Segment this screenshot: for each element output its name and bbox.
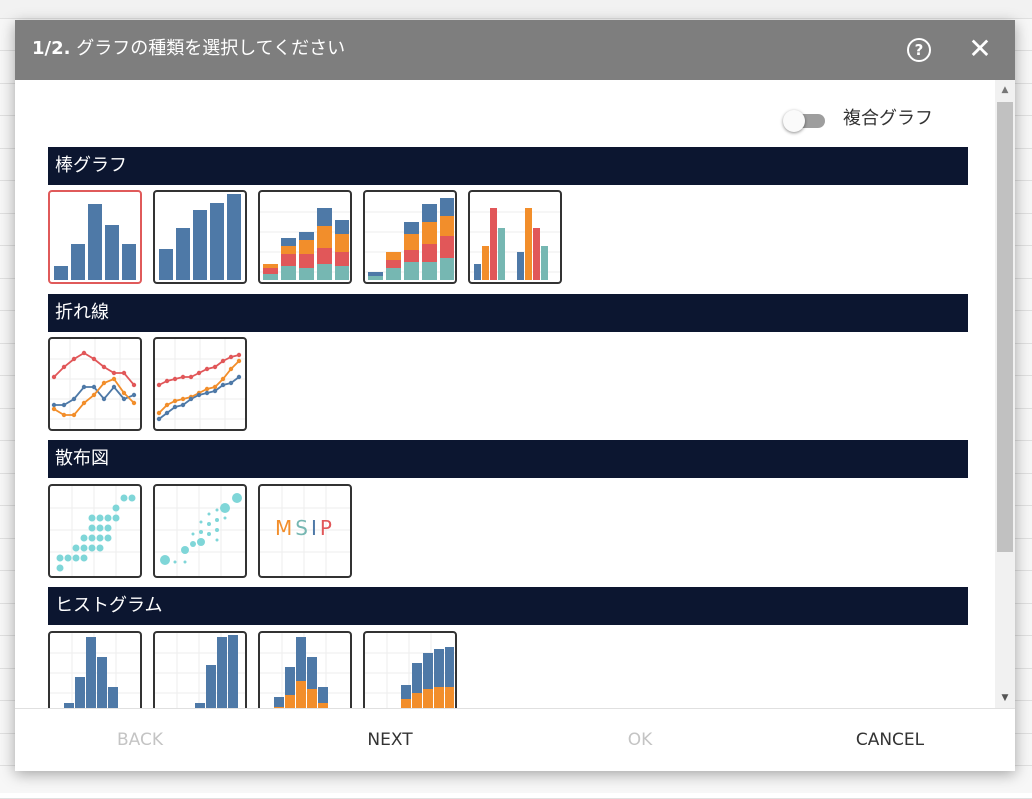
back-button[interactable]: BACK (65, 709, 215, 771)
bubble-chart-thumb[interactable] (153, 484, 247, 578)
dialog-step: 1/2. (32, 38, 71, 59)
combo-chart-label: 複合グラフ (843, 108, 933, 129)
bar-sorted-icon (159, 194, 241, 280)
bar-chart-sorted-thumb[interactable] (153, 190, 247, 284)
msip-label: MSIP (260, 516, 350, 540)
chart-type-list: 複合グラフ 棒グラフ 折れ線 散布図 MSIP ヒストグラム (15, 80, 995, 708)
scatter-chart-thumb[interactable] (48, 484, 142, 578)
dialog-title-text: グラフの種類を選択してください (76, 38, 346, 59)
scatter-icon (50, 486, 140, 576)
cancel-button[interactable]: CANCEL (815, 709, 965, 771)
scroll-thumb[interactable] (997, 102, 1013, 552)
scatter-msip-thumb[interactable]: MSIP (258, 484, 352, 578)
histogram-cumulative-thumb[interactable] (153, 631, 247, 708)
msip-m: M (275, 516, 296, 540)
line-chart-cumulative-thumb[interactable] (153, 337, 247, 431)
scroll-down-icon[interactable]: ▼ (995, 688, 1015, 708)
histogram-icon (50, 633, 140, 708)
bar-chart-stacked-sorted-thumb[interactable] (363, 190, 457, 284)
next-button[interactable]: NEXT (315, 709, 465, 771)
histogram-thumb[interactable] (48, 631, 142, 708)
section-histogram-label: ヒストグラム (55, 595, 163, 616)
bar-chart-grouped-thumb[interactable] (468, 190, 562, 284)
dialog-footer: BACK NEXT OK CANCEL (15, 708, 1015, 771)
msip-i: I (311, 516, 320, 540)
dialog-title: 1/2. グラフの種類を選択してください (32, 20, 345, 80)
histogram-stacked-cumulative-icon (365, 633, 455, 708)
bubble-icon (155, 486, 245, 576)
histogram-stacked-cumulative-thumb[interactable] (363, 631, 457, 708)
msip-s: S (295, 516, 311, 540)
histogram-cumulative-icon (155, 633, 245, 708)
section-scatter: 散布図 (48, 440, 968, 478)
background-header-row (0, 0, 1032, 19)
histogram-stacked-thumb[interactable] (258, 631, 352, 708)
section-histogram: ヒストグラム (48, 587, 968, 625)
line-chart-thumb[interactable] (48, 337, 142, 431)
line-cumulative-icon (155, 339, 245, 429)
bar-grouped-icon (470, 208, 560, 280)
chart-type-dialog: 1/2. グラフの種類を選択してください ? ✕ 複合グラフ 棒グラフ 折れ線 … (15, 20, 1015, 771)
bar-simple-icon (54, 204, 136, 280)
scroll-up-icon[interactable]: ▲ (995, 80, 1015, 98)
content-scrollbar[interactable]: ▲ ▼ (995, 80, 1015, 708)
bar-stacked-icon (260, 208, 350, 280)
line-chart-icon (50, 339, 140, 429)
ok-button[interactable]: OK (565, 709, 715, 771)
section-line-label: 折れ線 (55, 302, 109, 323)
section-bar-label: 棒グラフ (55, 155, 127, 176)
section-scatter-label: 散布図 (55, 448, 109, 469)
close-icon[interactable]: ✕ (967, 34, 993, 64)
help-icon[interactable]: ? (907, 38, 931, 62)
bar-chart-simple-thumb[interactable] (48, 190, 142, 284)
toggle-knob (783, 110, 805, 132)
section-line: 折れ線 (48, 294, 968, 332)
combo-chart-toggle[interactable] (783, 110, 829, 132)
bar-stacked-sorted-icon (365, 198, 455, 280)
histogram-stacked-icon (260, 633, 350, 708)
bar-chart-stacked-thumb[interactable] (258, 190, 352, 284)
dialog-header: 1/2. グラフの種類を選択してください ? ✕ (15, 20, 1015, 80)
section-bar: 棒グラフ (48, 147, 968, 185)
msip-p: P (319, 516, 335, 540)
